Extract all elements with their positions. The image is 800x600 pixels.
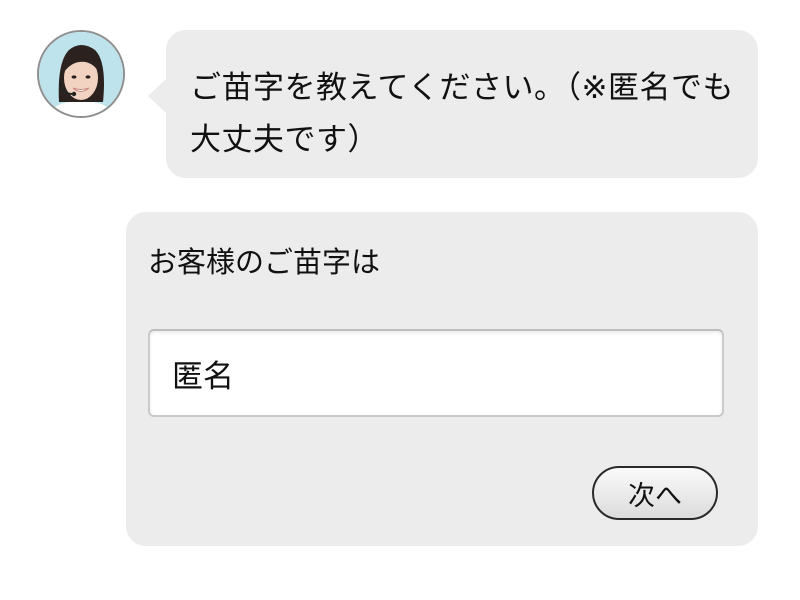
operator-avatar-icon [39,32,123,116]
operator-message-bubble: ご苗字を教えてください。（※匿名でも大丈夫です） [148,30,758,178]
surname-input[interactable] [148,329,724,417]
surname-form-card: お客様のご苗字は 次へ [126,212,758,546]
operator-message-text: ご苗字を教えてください。（※匿名でも大丈夫です） [190,70,734,158]
operator-avatar [37,30,125,118]
next-button[interactable]: 次へ [592,466,718,520]
surname-label: お客様のご苗字は [148,245,381,279]
